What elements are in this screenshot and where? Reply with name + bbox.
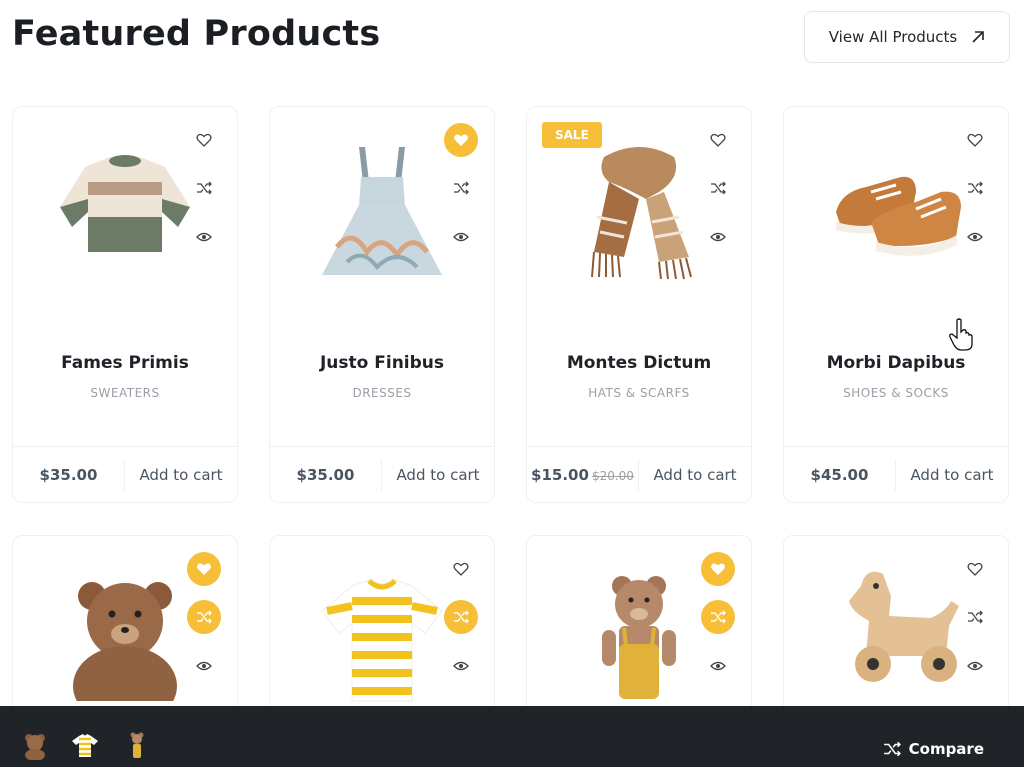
compare-button[interactable]	[701, 600, 735, 634]
product-name[interactable]: Montes Dictum	[527, 353, 751, 373]
card-footer: $35.00 Add to cart	[270, 446, 494, 502]
product-name[interactable]: Morbi Dapibus	[784, 353, 1008, 373]
product-card[interactable]	[783, 535, 1009, 735]
add-to-cart-button[interactable]: Add to cart	[125, 466, 237, 484]
view-all-label: View All Products	[828, 28, 958, 46]
dress-image	[322, 147, 442, 275]
striped-tshirt-image	[321, 578, 443, 702]
wishlist-button[interactable]	[444, 552, 478, 586]
product-price: $45.00	[810, 466, 869, 484]
product-price: $35.00	[39, 466, 98, 484]
wishlist-button[interactable]	[958, 123, 992, 157]
eye-icon	[967, 232, 983, 242]
quick-view-button[interactable]	[701, 220, 735, 254]
heart-icon	[197, 563, 211, 575]
product-card[interactable]	[526, 535, 752, 735]
quick-view-button[interactable]	[444, 649, 478, 683]
compare-button[interactable]	[444, 600, 478, 634]
compare-button[interactable]	[444, 171, 478, 205]
heart-icon	[711, 563, 725, 575]
product-name[interactable]: Justo Finibus	[270, 353, 494, 373]
quick-view-button[interactable]	[958, 220, 992, 254]
add-to-cart-button[interactable]: Add to cart	[639, 466, 751, 484]
wishlist-button[interactable]	[187, 123, 221, 157]
knit-bear-doll-image	[602, 576, 676, 699]
quick-view-button[interactable]	[444, 220, 478, 254]
old-price: $20.00	[591, 469, 634, 483]
product-category[interactable]: SWEATERS	[13, 386, 237, 400]
compare-button[interactable]	[958, 171, 992, 205]
compare-button[interactable]: Compare	[883, 740, 984, 758]
eye-icon	[196, 232, 212, 242]
heart-icon	[967, 562, 983, 576]
eye-icon	[710, 232, 726, 242]
view-all-products-button[interactable]: View All Products	[804, 11, 1010, 63]
heart-icon	[967, 133, 983, 147]
product-card[interactable]	[269, 535, 495, 735]
teddy-bear-image	[73, 582, 177, 701]
eye-icon	[453, 661, 469, 671]
product-card[interactable]: Fames Primis SWEATERS $35.00 Add to cart	[12, 106, 238, 503]
product-price: $35.00	[296, 466, 355, 484]
wooden-horse-image	[849, 571, 959, 682]
heart-icon	[196, 133, 212, 147]
add-to-cart-button[interactable]: Add to cart	[382, 466, 494, 484]
wishlist-button[interactable]	[701, 552, 735, 586]
heart-icon	[454, 134, 468, 146]
hand-cursor-icon	[949, 318, 973, 351]
wishlist-button[interactable]	[958, 552, 992, 586]
product-card[interactable]: Justo Finibus DRESSES $35.00 Add to cart	[269, 106, 495, 503]
compare-button[interactable]	[958, 600, 992, 634]
sweater-image	[60, 155, 190, 252]
shuffle-icon	[883, 741, 901, 757]
quick-view-button[interactable]	[187, 220, 221, 254]
wishlist-button[interactable]	[187, 552, 221, 586]
product-card[interactable]: SALE Montes Dictum HATS & SCARFS $15.00 $…	[526, 106, 752, 503]
teddy-bear-thumbnail[interactable]	[20, 730, 50, 760]
compare-label: Compare	[908, 740, 984, 758]
product-card[interactable]: Morbi Dapibus SHOES & SOCKS $45.00 Add t…	[783, 106, 1009, 503]
page-title: Featured Products	[12, 14, 381, 54]
card-footer: $15.00 $20.00 Add to cart	[527, 446, 751, 502]
product-category[interactable]: DRESSES	[270, 386, 494, 400]
product-card[interactable]	[12, 535, 238, 735]
card-footer: $45.00 Add to cart	[784, 446, 1008, 502]
quick-view-button[interactable]	[187, 649, 221, 683]
eye-icon	[453, 232, 469, 242]
shuffle-icon	[197, 610, 212, 624]
shuffle-icon	[968, 610, 983, 624]
shuffle-icon	[711, 610, 726, 624]
heart-icon	[453, 562, 469, 576]
shuffle-icon	[454, 610, 469, 624]
shuffle-icon	[711, 181, 726, 195]
eye-icon	[710, 661, 726, 671]
shuffle-icon	[968, 181, 983, 195]
eye-icon	[196, 661, 212, 671]
product-name[interactable]: Fames Primis	[13, 353, 237, 373]
heart-icon	[710, 133, 726, 147]
product-category[interactable]: SHOES & SOCKS	[784, 386, 1008, 400]
compare-bar: Compare	[0, 706, 1024, 767]
product-category[interactable]: HATS & SCARFS	[527, 386, 751, 400]
product-price: $15.00 $20.00	[531, 466, 634, 484]
eye-icon	[967, 661, 983, 671]
striped-tshirt-thumbnail[interactable]	[70, 730, 100, 760]
shoes-image	[836, 176, 961, 256]
arrow-up-right-icon	[972, 31, 985, 43]
compare-button[interactable]	[187, 171, 221, 205]
add-to-cart-button[interactable]: Add to cart	[896, 466, 1008, 484]
scarf-image	[591, 147, 692, 280]
knit-bear-doll-thumbnail[interactable]	[122, 730, 152, 760]
quick-view-button[interactable]	[958, 649, 992, 683]
wishlist-button[interactable]	[444, 123, 478, 157]
quick-view-button[interactable]	[701, 649, 735, 683]
shuffle-icon	[197, 181, 212, 195]
card-footer: $35.00 Add to cart	[13, 446, 237, 502]
sale-badge: SALE	[542, 122, 602, 148]
compare-button[interactable]	[701, 171, 735, 205]
shuffle-icon	[454, 181, 469, 195]
compare-button[interactable]	[187, 600, 221, 634]
wishlist-button[interactable]	[701, 123, 735, 157]
